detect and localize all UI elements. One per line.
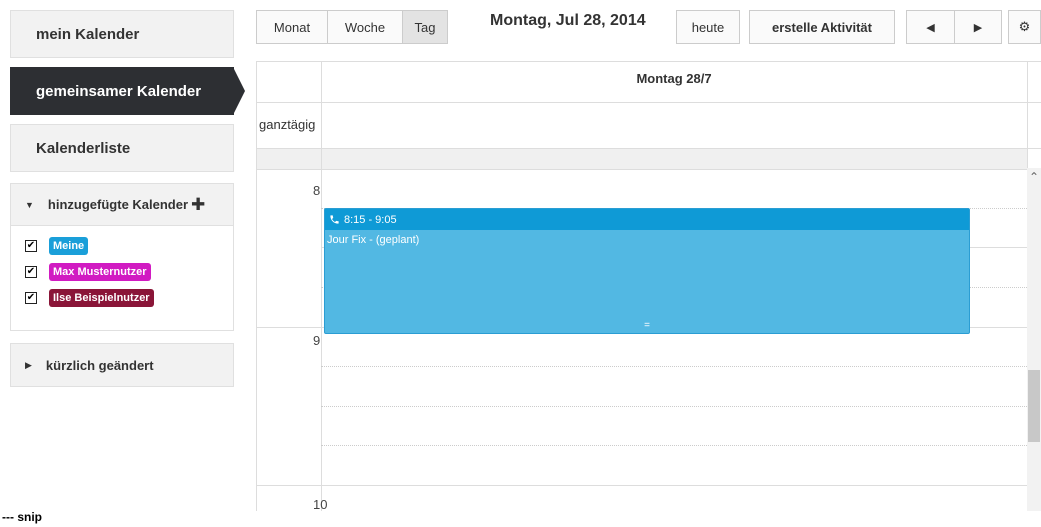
view-week-button[interactable]: Woche: [327, 10, 403, 44]
date-title: Montag, Jul 28, 2014: [490, 12, 646, 29]
calendar-list-button[interactable]: Kalenderliste: [10, 124, 234, 172]
my-calendar-button[interactable]: mein Kalender: [10, 10, 234, 58]
settings-button[interactable]: ⚙: [1008, 10, 1041, 44]
gear-icon: ⚙: [1018, 19, 1031, 34]
create-activity-label: erstelle Aktivität: [772, 19, 872, 35]
calendar-item-meine: ✔ Meine: [25, 233, 233, 259]
hour-label-8: 8: [313, 183, 321, 198]
event-resize-handle[interactable]: =: [325, 321, 969, 331]
added-calendars-header[interactable]: ▼ hinzugefügte Kalender ✚: [11, 184, 233, 226]
snip-note: --- snip: [2, 510, 42, 524]
view-day-button[interactable]: Tag: [402, 10, 448, 44]
grid-line: [257, 61, 1041, 62]
grid-line: [257, 102, 1041, 103]
arrow-left-icon: ◀: [926, 21, 935, 34]
scroll-thumb[interactable]: [1028, 370, 1040, 442]
shared-calendar-label: gemeinsamer Kalender: [36, 82, 202, 100]
today-label: heute: [691, 19, 725, 35]
calendar-badge: Meine: [49, 237, 89, 255]
day-column-header: Montag 28/7: [636, 71, 712, 86]
calendar-checkbox[interactable]: ✔: [25, 292, 37, 304]
shared-calendar-button[interactable]: gemeinsamer Kalender: [10, 67, 245, 115]
view-day-label: Tag: [414, 19, 436, 35]
create-activity-button[interactable]: erstelle Aktivität: [749, 10, 895, 44]
collapse-triangle-icon: ▼: [25, 199, 34, 210]
calendar-list-label: Kalenderliste: [36, 139, 131, 157]
next-button[interactable]: ▶: [954, 10, 1002, 44]
view-week-label: Woche: [344, 19, 386, 35]
view-month-button[interactable]: Monat: [256, 10, 328, 44]
all-day-separator: [257, 149, 1028, 169]
recently-changed-panel: ▶ kürzlich geändert: [10, 343, 234, 387]
calendar-item-max: ✔ Max Musternutzer: [25, 259, 233, 285]
event-time-bar: 8:15 - 9:05: [325, 209, 969, 230]
hour-label-9: 9: [313, 333, 321, 348]
event-time: 8:15 - 9:05: [344, 213, 397, 226]
add-calendar-icon[interactable]: ✚: [191, 196, 205, 213]
calendar-item-ilse: ✔ Ilse Beispielnutzer: [25, 285, 233, 311]
view-month-label: Monat: [273, 19, 311, 35]
arrow-right-icon: ▶: [973, 21, 983, 34]
phone-icon: [330, 215, 339, 224]
hour-label-10: 10: [313, 497, 328, 511]
my-calendar-label: mein Kalender: [36, 25, 140, 43]
scroll-up-icon[interactable]: ⌃: [1027, 170, 1041, 184]
calendar-checkbox[interactable]: ✔: [25, 266, 37, 278]
expand-triangle-icon: ▶: [25, 359, 32, 370]
prev-button[interactable]: ◀: [906, 10, 955, 44]
calendar-list: ✔ Meine ✔ Max Musternutzer ✔ Ilse Beispi…: [11, 226, 233, 311]
event-title: Jour Fix - (geplant): [327, 234, 420, 246]
today-button[interactable]: heute: [676, 10, 740, 44]
calendar-event[interactable]: 8:15 - 9:05 Jour Fix - (geplant) =: [324, 208, 970, 334]
added-calendars-panel: ▼ hinzugefügte Kalender ✚ ✔ Meine ✔ Max …: [10, 183, 234, 331]
recently-changed-header[interactable]: ▶ kürzlich geändert: [11, 344, 233, 386]
calendar-badge: Ilse Beispielnutzer: [49, 289, 154, 307]
calendar-checkbox[interactable]: ✔: [25, 240, 37, 252]
all-day-label: ganztägig: [259, 117, 316, 132]
day-view-grid: Montag 28/7 ganztägig 8 9 10 8:15 - 9:05…: [256, 61, 1041, 511]
calendar-badge: Max Musternutzer: [49, 263, 151, 281]
added-calendars-title: hinzugefügte Kalender: [47, 197, 189, 212]
recently-changed-title: kürzlich geändert: [45, 357, 154, 373]
vertical-scrollbar[interactable]: ⌃: [1027, 168, 1041, 511]
